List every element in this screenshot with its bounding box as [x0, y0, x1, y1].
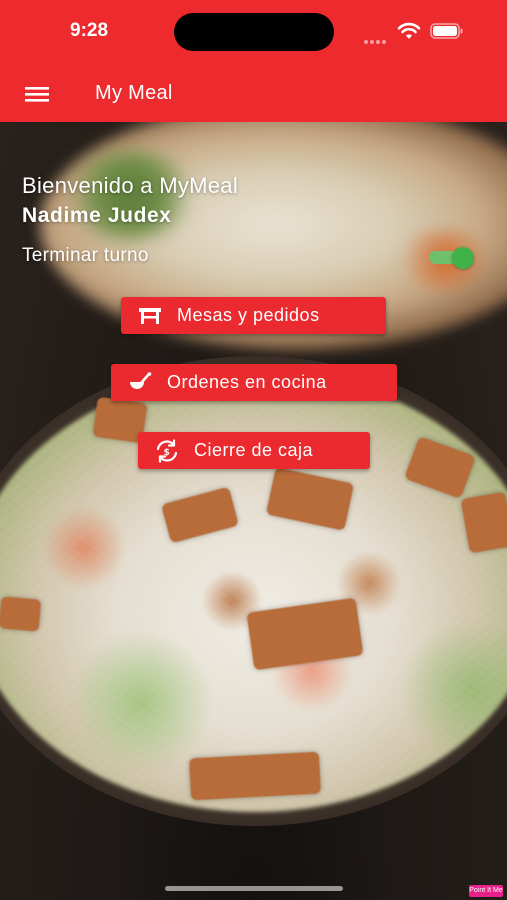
kitchen-orders-label: Ordenes en cocina	[167, 372, 327, 392]
end-shift-label: Terminar turno	[22, 245, 149, 266]
table-icon	[139, 307, 161, 324]
hamburger-menu-icon	[25, 87, 49, 102]
cash-sync-icon: $	[156, 438, 178, 463]
battery-icon	[430, 23, 463, 39]
svg-text:$: $	[164, 448, 171, 458]
welcome-text: Bienvenido a MyMeal	[22, 173, 239, 198]
status-time: 9:28	[70, 20, 109, 41]
user-name: Nadime Judex	[22, 204, 172, 227]
cash-close-button[interactable]: $ Cierre de caja	[138, 432, 370, 469]
kitchen-orders-button[interactable]: Ordenes en cocina	[111, 364, 397, 401]
home-indicator[interactable]	[165, 886, 343, 891]
app-title: My Meal	[95, 82, 173, 104]
menu-button[interactable]	[18, 78, 56, 110]
tables-orders-label: Mesas y pedidos	[177, 305, 320, 325]
tables-orders-button[interactable]: Mesas y pedidos	[121, 297, 386, 334]
cash-close-label: Cierre de caja	[194, 440, 314, 460]
end-shift-toggle[interactable]	[429, 247, 475, 269]
app-bar: 9:28 My Meal	[0, 0, 507, 122]
signal-icon	[364, 31, 388, 44]
wifi-icon	[397, 22, 421, 39]
dynamic-island	[174, 13, 334, 51]
ladle-icon	[130, 371, 152, 389]
watermark-badge: Point It Me	[469, 885, 503, 897]
